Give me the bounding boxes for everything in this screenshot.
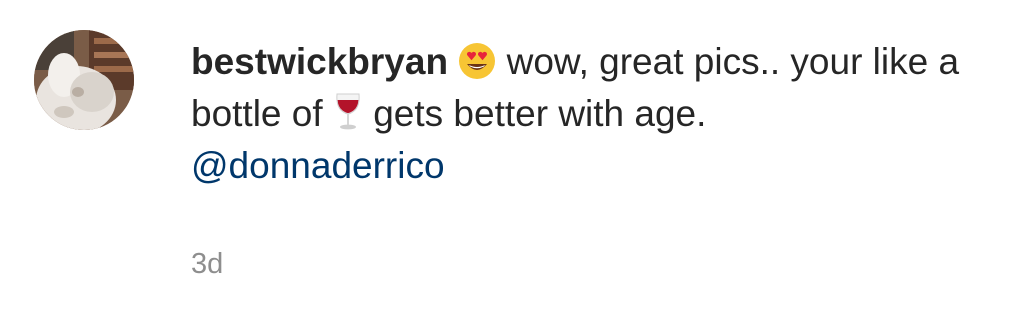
comment-body: bestwickbryan wow, great pics.. your lik… (191, 36, 981, 192)
username-link[interactable]: bestwickbryan (191, 41, 448, 82)
heart-eyes-emoji-icon (458, 42, 496, 80)
wine-glass-emoji-icon (333, 92, 363, 132)
avatar[interactable] (34, 30, 134, 130)
comment: bestwickbryan wow, great pics.. your lik… (0, 0, 1024, 313)
timestamp[interactable]: 3d (191, 244, 223, 284)
mention-link[interactable]: @donnaderrico (191, 145, 445, 186)
comment-text-part2: gets better with age. (362, 93, 707, 134)
